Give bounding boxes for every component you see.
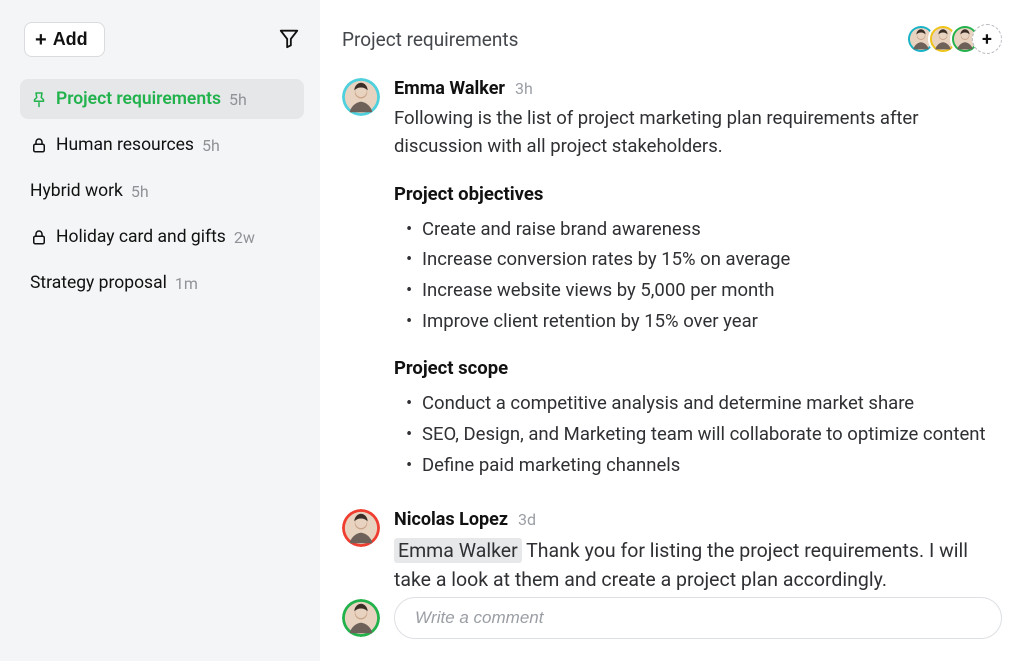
bullet-item: Improve client retention by 15% over yea… <box>394 307 1002 336</box>
mention[interactable]: Emma Walker <box>394 538 522 563</box>
bullet-item: SEO, Design, and Marketing team will col… <box>394 420 1002 449</box>
sidebar-item-label: Project requirements <box>56 89 221 109</box>
sidebar-item[interactable]: Holiday card and gifts 2w <box>20 217 304 257</box>
page-title: Project requirements <box>342 28 518 51</box>
comment-text: Following is the list of project marketi… <box>394 105 1002 161</box>
comment-author: Emma Walker <box>394 78 505 99</box>
bullet-list: Conduct a competitive analysis and deter… <box>394 389 1002 479</box>
sidebar: + Add Project requirements 5h Human reso… <box>0 0 320 661</box>
sidebar-item-age: 1m <box>175 274 198 293</box>
comment-author: Nicolas Lopez <box>394 509 508 530</box>
plus-icon: + <box>35 30 47 50</box>
comment-body: Nicolas Lopez 3d Emma Walker Thank you fo… <box>394 509 1002 593</box>
lock-icon <box>30 136 48 154</box>
bullet-item: Increase website views by 5,000 per mont… <box>394 276 1002 305</box>
sidebar-item-age: 5h <box>202 136 220 155</box>
bullet-list: Create and raise brand awarenessIncrease… <box>394 215 1002 336</box>
comment-composer <box>342 597 1002 649</box>
comment-text: Emma Walker Thank you for listing the pr… <box>394 536 1002 593</box>
composer-avatar <box>342 599 380 637</box>
sidebar-item[interactable]: Human resources 5h <box>20 125 304 165</box>
composer-input-wrap[interactable] <box>394 597 1002 639</box>
bullet-item: Increase conversion rates by 15% on aver… <box>394 245 1002 274</box>
sidebar-item-label: Strategy proposal <box>30 273 167 293</box>
bullet-item: Create and raise brand awareness <box>394 215 1002 244</box>
sidebar-nav: Project requirements 5h Human resources … <box>20 79 304 309</box>
comment-subheading: Project objectives <box>394 183 1002 205</box>
add-collaborator-button[interactable]: + <box>972 24 1002 54</box>
comment-avatar <box>342 509 380 547</box>
sidebar-item-age: 5h <box>131 182 149 201</box>
sidebar-item-label: Human resources <box>56 135 194 155</box>
comment: Emma Walker 3h Following is the list of p… <box>342 78 1002 481</box>
comment-time: 3h <box>515 79 533 98</box>
sidebar-item[interactable]: Strategy proposal 1m <box>20 263 304 303</box>
main-header: Project requirements + <box>342 24 1002 54</box>
pin-icon <box>30 90 48 108</box>
sidebar-item[interactable]: Project requirements 5h <box>20 79 304 119</box>
comment-body: Emma Walker 3h Following is the list of p… <box>394 78 1002 481</box>
bullet-item: Conduct a competitive analysis and deter… <box>394 389 1002 418</box>
comment-time: 3d <box>518 510 536 529</box>
comment: Nicolas Lopez 3d Emma Walker Thank you fo… <box>342 509 1002 593</box>
lock-icon <box>30 228 48 246</box>
sidebar-top: + Add <box>20 22 304 57</box>
sidebar-item-age: 2w <box>234 228 255 247</box>
plus-icon: + <box>982 29 992 50</box>
collaborator-avatars: + <box>906 24 1002 54</box>
sidebar-item-label: Holiday card and gifts <box>56 227 226 247</box>
comment-avatar <box>342 78 380 116</box>
comment-subheading: Project scope <box>394 357 1002 379</box>
comments-list: Emma Walker 3h Following is the list of p… <box>342 78 1002 593</box>
add-button[interactable]: + Add <box>24 22 105 57</box>
main: Project requirements + Emma Walker 3h Fol… <box>320 0 1024 661</box>
comment-input[interactable] <box>415 608 981 628</box>
add-button-label: Add <box>53 29 88 50</box>
sidebar-item-label: Hybrid work <box>30 181 123 201</box>
sidebar-item-age: 5h <box>229 90 247 109</box>
filter-icon[interactable] <box>278 27 300 53</box>
bullet-item: Define paid marketing channels <box>394 451 1002 480</box>
sidebar-item[interactable]: Hybrid work 5h <box>20 171 304 211</box>
